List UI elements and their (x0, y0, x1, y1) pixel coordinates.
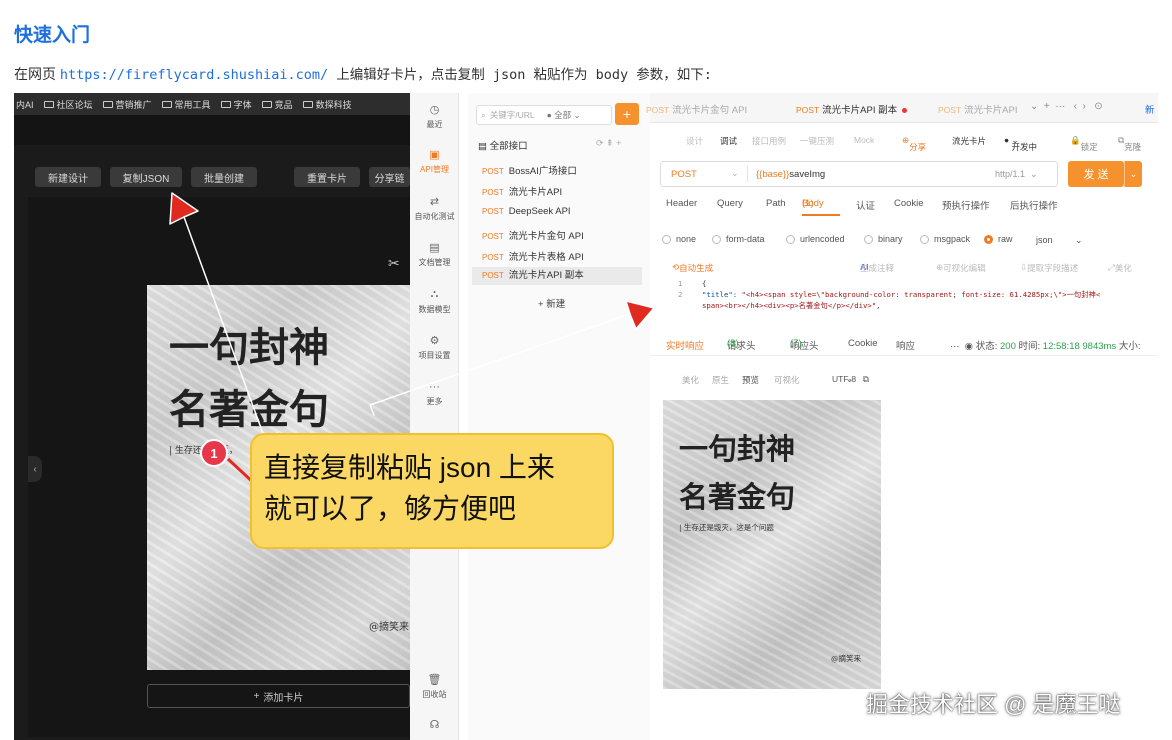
watermark: 掘金技术社区 @ 是魔王哒 (866, 692, 1121, 717)
article-page: 快速入门 在网页 https://fireflycard.shushiai.co… (0, 0, 1172, 740)
section-heading: 快速入门 (14, 25, 91, 46)
callout-note: 直接复制粘贴 json 上来 就可以了，够方便吧 (250, 433, 614, 549)
callout-line1: 直接复制粘贴 json 上来 (264, 452, 555, 483)
arrow-to-copy-json (169, 192, 278, 440)
intro-text-before: 在网页 (14, 66, 60, 82)
annotation-arrows (169, 192, 655, 487)
intro-text-after: 上编辑好卡片，点击复制 json 粘贴作为 body 参数，如下: (328, 67, 712, 83)
screenshot-image: 内AI 社区论坛 营销推广 常用工具 字体 竞品 数探科技 新建设计 复制JSO… (14, 93, 1158, 740)
step-badge: 1 (200, 439, 228, 467)
callout-line2: 就可以了，够方便吧 (264, 493, 517, 524)
arrow-to-body (369, 300, 655, 416)
intro-link[interactable]: https://fireflycard.shushiai.com/ (60, 67, 328, 83)
intro-paragraph: 在网页 https://fireflycard.shushiai.com/ 上编… (14, 63, 712, 84)
